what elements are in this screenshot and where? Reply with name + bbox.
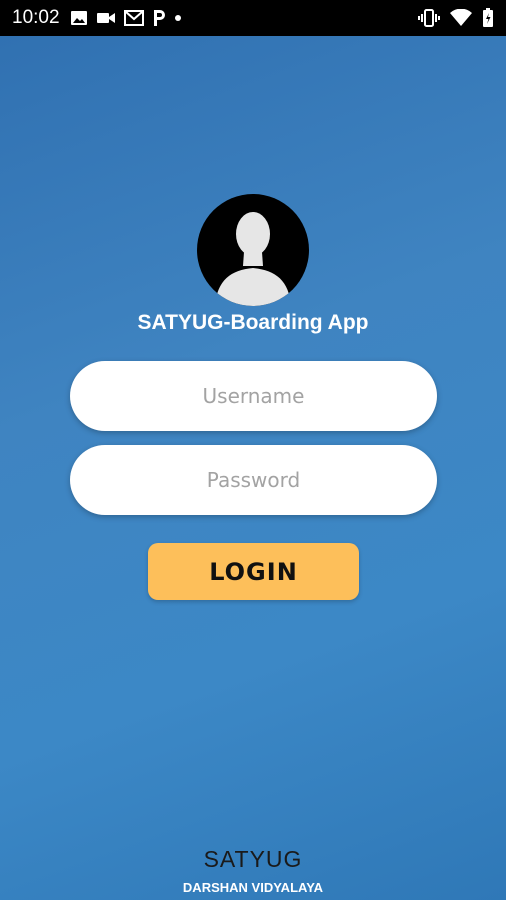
user-silhouette-icon bbox=[215, 212, 291, 306]
footer-subtitle: DARSHAN VIDYALAYA bbox=[182, 880, 324, 895]
footer-brand: SATYUG bbox=[203, 846, 303, 872]
app-title: SATYUG-Boarding App bbox=[137, 311, 369, 334]
image-icon bbox=[70, 10, 88, 26]
wifi-icon bbox=[450, 9, 472, 27]
status-bar: 10:02 bbox=[0, 0, 506, 36]
gmail-icon bbox=[123, 10, 144, 26]
status-time: 10:02 bbox=[12, 7, 60, 28]
battery-icon bbox=[482, 8, 494, 28]
vibrate-icon bbox=[418, 9, 440, 27]
password-input[interactable] bbox=[70, 445, 437, 515]
login-button[interactable]: LOGIN bbox=[148, 543, 359, 600]
username-input[interactable] bbox=[70, 361, 437, 431]
dot-icon bbox=[174, 14, 182, 22]
avatar bbox=[197, 194, 309, 306]
parking-app-icon bbox=[152, 9, 166, 27]
video-camera-icon bbox=[96, 11, 116, 25]
